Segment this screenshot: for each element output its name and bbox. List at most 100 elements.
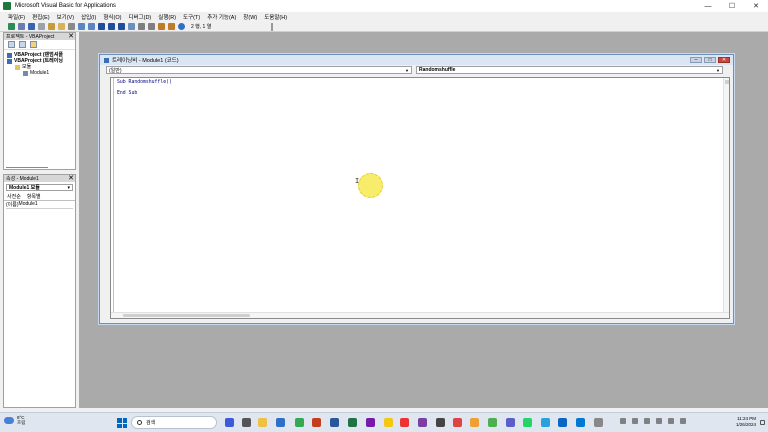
battery-icon[interactable] bbox=[644, 418, 650, 424]
taskbar-app-icon[interactable] bbox=[594, 418, 603, 427]
horizontal-scrollbar[interactable] bbox=[111, 312, 729, 318]
pane-splitter[interactable] bbox=[6, 167, 48, 168]
chevron-up-icon[interactable] bbox=[620, 418, 626, 424]
reset-icon[interactable] bbox=[118, 23, 125, 30]
save-icon[interactable] bbox=[28, 23, 35, 30]
taskbar-app-icon[interactable] bbox=[225, 418, 234, 427]
language-icon[interactable] bbox=[656, 418, 662, 424]
view-code-icon[interactable] bbox=[8, 41, 15, 48]
taskbar-app-icon[interactable] bbox=[453, 418, 462, 427]
menu-help[interactable]: 도움말(H) bbox=[264, 13, 287, 21]
search-icon bbox=[137, 420, 142, 425]
view-excel-icon[interactable] bbox=[8, 23, 15, 30]
vba-project-icon bbox=[7, 52, 12, 58]
taskbar: 8°C 흐림 검색 11:24 PM 1/26/2024 bbox=[0, 412, 768, 432]
design-mode-icon[interactable] bbox=[128, 23, 135, 30]
menu-run[interactable]: 실행(R) bbox=[158, 13, 176, 21]
minimize-button[interactable]: — bbox=[696, 0, 720, 12]
word-icon[interactable] bbox=[330, 418, 339, 427]
toolbox-icon[interactable] bbox=[168, 23, 175, 30]
help-icon[interactable] bbox=[178, 23, 185, 30]
code-window-title: 트레이닝비 - Module1 (코드) bbox=[112, 58, 179, 64]
taskbar-app-icon[interactable] bbox=[576, 418, 585, 427]
menu-view[interactable]: 보기(V) bbox=[57, 13, 74, 21]
menu-file[interactable]: 파일(F) bbox=[8, 13, 25, 21]
run-icon[interactable] bbox=[98, 23, 105, 30]
onenote-icon[interactable] bbox=[366, 418, 375, 427]
taskbar-app-icon[interactable] bbox=[276, 418, 285, 427]
close-button[interactable]: ✕ bbox=[744, 0, 768, 12]
start-button[interactable] bbox=[117, 418, 127, 428]
whatsapp-icon[interactable] bbox=[523, 418, 532, 427]
properties-window: 속성 - Module1 ✕ Module1 모듈 ▾ 사전순 항목별 (이름)… bbox=[3, 174, 76, 408]
property-row[interactable]: (이름) Module1 bbox=[6, 201, 73, 209]
properties-window-icon[interactable] bbox=[148, 23, 155, 30]
insert-module-icon[interactable] bbox=[18, 23, 25, 30]
weather-widget[interactable]: 8°C 흐림 bbox=[4, 415, 25, 425]
folder-icon bbox=[15, 64, 20, 70]
taskbar-app-icon[interactable] bbox=[400, 418, 409, 427]
code-window: 트레이닝비 - Module1 (코드) – □ ✕ (일반) ▼ Random… bbox=[99, 54, 734, 324]
code-minimize-button[interactable]: – bbox=[690, 57, 702, 63]
teams-icon[interactable] bbox=[506, 418, 515, 427]
tab-alphabetic[interactable]: 사전순 bbox=[6, 193, 22, 200]
view-object-icon[interactable] bbox=[19, 41, 26, 48]
chrome-icon[interactable] bbox=[295, 418, 304, 427]
excel-icon[interactable] bbox=[348, 418, 357, 427]
project-explorer-close-button[interactable]: ✕ bbox=[68, 33, 75, 40]
title-bar: Microsoft Visual Basic for Applications … bbox=[0, 0, 768, 12]
copy-icon[interactable] bbox=[48, 23, 55, 30]
undo-icon[interactable] bbox=[78, 23, 85, 30]
taskbar-app-icon[interactable] bbox=[470, 418, 479, 427]
kakaotalk-icon[interactable] bbox=[384, 418, 393, 427]
taskbar-search[interactable]: 검색 bbox=[131, 416, 217, 429]
taskbar-app-icon[interactable] bbox=[242, 418, 251, 427]
cut-icon[interactable] bbox=[38, 23, 45, 30]
find-icon[interactable] bbox=[68, 23, 75, 30]
telegram-icon[interactable] bbox=[541, 418, 550, 427]
wifi-icon[interactable] bbox=[668, 418, 674, 424]
taskbar-app-icon[interactable] bbox=[418, 418, 427, 427]
tree-item-module1[interactable]: Module1 bbox=[7, 70, 75, 76]
maximize-button[interactable]: ☐ bbox=[720, 0, 744, 12]
property-name: (이름) bbox=[6, 202, 19, 208]
menu-tools[interactable]: 도구(T) bbox=[183, 13, 200, 21]
code-maximize-button[interactable]: □ bbox=[704, 57, 716, 63]
project-explorer-icon[interactable] bbox=[138, 23, 145, 30]
menu-edit[interactable]: 편집(E) bbox=[32, 13, 49, 21]
scroll-thumb[interactable] bbox=[725, 80, 729, 84]
object-browser-icon[interactable] bbox=[158, 23, 165, 30]
notification-icon[interactable] bbox=[760, 420, 765, 425]
menu-window[interactable]: 창(W) bbox=[243, 13, 257, 21]
volume-icon[interactable] bbox=[680, 418, 686, 424]
menu-debug[interactable]: 디버그(D) bbox=[128, 13, 151, 21]
menu-insert[interactable]: 삽입(I) bbox=[81, 13, 96, 21]
menu-addins[interactable]: 추가 기능(A) bbox=[207, 13, 236, 21]
cursor-position: 2 행, 1 열 bbox=[191, 24, 212, 30]
chevron-down-icon: ▼ bbox=[716, 67, 720, 73]
onedrive-icon[interactable] bbox=[632, 418, 638, 424]
file-explorer-icon[interactable] bbox=[258, 418, 267, 427]
menu-format[interactable]: 형식(O) bbox=[103, 13, 121, 21]
code-window-titlebar[interactable]: 트레이닝비 - Module1 (코드) – □ ✕ bbox=[100, 55, 733, 65]
toolbar-grip[interactable] bbox=[271, 22, 274, 31]
object-select-value: Module1 모듈 bbox=[9, 185, 40, 191]
toggle-folders-icon[interactable] bbox=[30, 41, 37, 48]
properties-close-button[interactable]: ✕ bbox=[68, 175, 75, 182]
redo-icon[interactable] bbox=[88, 23, 95, 30]
paste-icon[interactable] bbox=[58, 23, 65, 30]
taskbar-app-icon[interactable] bbox=[488, 418, 497, 427]
vertical-scrollbar[interactable] bbox=[723, 78, 729, 318]
powerpoint-icon[interactable] bbox=[312, 418, 321, 427]
break-icon[interactable] bbox=[108, 23, 115, 30]
tab-categorized[interactable]: 항목별 bbox=[26, 193, 42, 200]
code-close-button[interactable]: ✕ bbox=[718, 57, 730, 63]
object-combo[interactable]: (일반) ▼ bbox=[106, 66, 412, 74]
taskbar-clock[interactable]: 11:24 PM 1/26/2024 bbox=[722, 416, 756, 428]
taskbar-app-icon[interactable] bbox=[436, 418, 445, 427]
linkedin-icon[interactable] bbox=[558, 418, 567, 427]
scroll-thumb[interactable] bbox=[123, 314, 250, 317]
code-editor[interactable]: Sub Randomshuffle() End Sub bbox=[110, 77, 730, 319]
object-select[interactable]: Module1 모듈 ▾ bbox=[6, 184, 73, 191]
procedure-combo[interactable]: Randomshuffle ▼ bbox=[416, 66, 723, 74]
